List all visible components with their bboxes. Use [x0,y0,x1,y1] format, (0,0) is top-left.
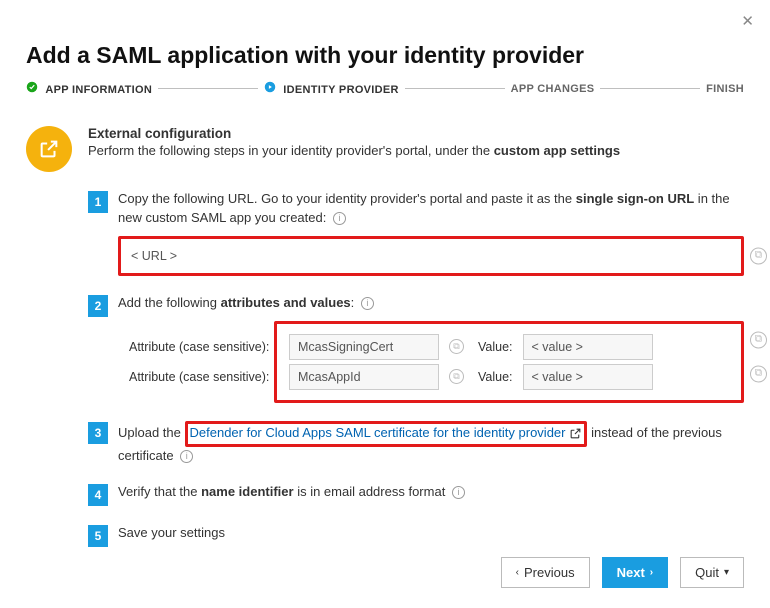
info-icon[interactable]: i [333,212,346,225]
external-link-badge-icon [26,126,72,172]
chevron-left-icon: ‹ [516,567,519,578]
copy-icon[interactable]: ⧉ [750,365,767,382]
next-button[interactable]: Next › [602,557,669,588]
check-circle-icon [26,84,41,96]
chevron-down-icon: ▾ [724,567,729,578]
step-app-changes: APP CHANGES [511,83,595,95]
step2-text: Add the following attributes and values:… [118,294,744,313]
value-label: Value: [478,338,513,356]
attribute-name-input[interactable] [289,334,439,360]
step-number: 3 [88,422,108,444]
copy-icon[interactable]: ⧉ [449,339,464,354]
step-app-information: APP INFORMATION [26,81,152,96]
section-title: External configuration [88,126,620,141]
saml-cert-link[interactable]: Defender for Cloud Apps SAML certificate… [185,421,588,447]
attribute-value-input[interactable] [523,364,653,390]
chevron-right-icon: › [650,567,653,578]
copy-icon[interactable]: ⧉ [750,247,767,264]
copy-icon[interactable]: ⧉ [750,331,767,348]
step-number: 2 [88,295,108,317]
step-number: 1 [88,191,108,213]
attribute-label: Attribute (case sensitive): [129,338,279,356]
play-circle-icon [264,84,279,96]
step5-text: Save your settings [118,524,744,547]
step-identity-provider: IDENTITY PROVIDER [264,81,399,96]
step-number: 4 [88,484,108,506]
info-icon[interactable]: i [361,297,374,310]
info-icon[interactable]: i [180,450,193,463]
previous-button[interactable]: ‹ Previous [501,557,590,588]
step1-text: Copy the following URL. Go to your ident… [118,190,744,228]
attribute-label: Attribute (case sensitive): [129,368,279,386]
attribute-value-input[interactable] [523,334,653,360]
wizard-stepper: APP INFORMATION IDENTITY PROVIDER APP CH… [26,81,744,96]
step3-text: Upload the Defender for Cloud Apps SAML … [118,421,744,466]
dialog-title: Add a SAML application with your identit… [26,42,744,69]
copy-icon[interactable]: ⧉ [449,369,464,384]
sso-url-field[interactable]: < URL > ⧉ [118,236,744,276]
step-finish: FINISH [706,83,744,95]
step4-text: Verify that the name identifier is in em… [118,483,744,506]
attribute-name-input[interactable] [289,364,439,390]
close-icon[interactable]: ✕ [741,14,754,29]
info-icon[interactable]: i [452,486,465,499]
step-number: 5 [88,525,108,547]
section-desc: Perform the following steps in your iden… [88,143,620,158]
quit-button[interactable]: Quit ▾ [680,557,744,588]
attributes-box: Attribute (case sensitive): ⧉ Value: Att… [274,321,744,403]
value-label: Value: [478,368,513,386]
